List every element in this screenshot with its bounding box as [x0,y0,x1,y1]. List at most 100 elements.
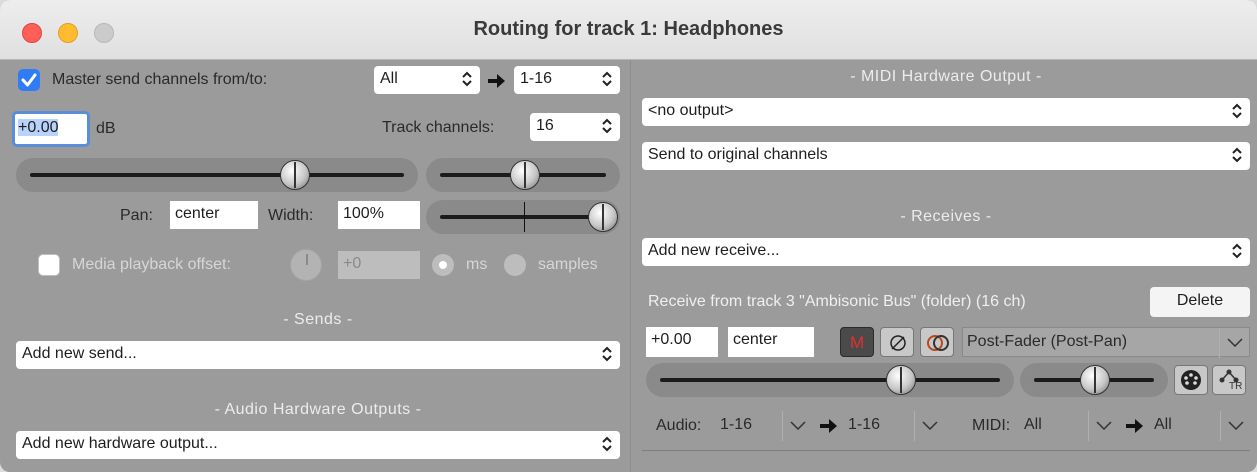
receive-mono-stereo-button[interactable] [920,327,954,357]
midi-output-device-value: <no output> [648,102,734,119]
add-send-value: Add new send... [22,345,137,362]
panel-divider [630,60,631,472]
master-send-to-value: 1-16 [520,70,553,87]
master-pan-slider[interactable] [426,158,620,192]
updown-chevron-icon [602,436,612,452]
center-marker [524,202,525,232]
updown-chevron-icon [602,118,612,134]
sends-heading: - Sends - [283,311,353,328]
receive-mode-value: Post-Fader (Post-Pan) [967,333,1128,350]
updown-chevron-icon [1232,103,1242,119]
tr-label: TR [1229,381,1243,392]
receive-volume-input[interactable]: +0.00 [646,327,718,357]
master-send-to-select[interactable]: 1-16 [514,66,620,94]
receive-pan-value: center [733,331,778,348]
receive-volume-slider[interactable] [646,363,1014,397]
stereo-rings-icon [927,335,949,351]
master-send-checkbox[interactable] [18,69,40,91]
dropdown-button[interactable] [1220,411,1250,441]
receives-heading: - Receives - [900,208,992,225]
slider-knob[interactable] [280,160,310,190]
master-send-from-select[interactable]: All [374,66,480,94]
width-slider[interactable] [426,200,620,234]
media-offset-input[interactable]: +0 [338,251,420,279]
receive-phase-button[interactable] [880,327,914,357]
receive-mute-button[interactable]: M [840,327,874,357]
offset-knob-icon [290,249,322,281]
dropdown-button[interactable] [914,411,944,441]
slider-track [660,378,1000,382]
add-send-select[interactable]: Add new send... [16,341,620,369]
receive-separator [642,450,1250,451]
delete-receive-button[interactable]: Delete [1150,287,1250,317]
receive-audio-from-select[interactable]: 1-16 [716,411,812,441]
right-arrow-icon [488,74,505,88]
pan-input[interactable]: center [170,201,258,229]
receive-audio-to-select[interactable]: 1-16 [844,411,944,441]
receive-mode-select[interactable]: Post-Fader (Post-Pan) [962,327,1250,358]
dropdown-button[interactable] [1219,328,1249,358]
receive-volume-value: +0.00 [651,331,692,348]
checkmark-icon [21,73,37,87]
updown-chevron-icon [1232,243,1242,259]
add-receive-value: Add new receive... [648,242,780,259]
receive-pan-slider[interactable] [1020,363,1168,397]
samples-label: samples [538,256,598,273]
track-channels-label: Track channels: [382,119,495,136]
add-receive-select[interactable]: Add new receive... [642,238,1250,266]
midi-output-channel-select[interactable]: Send to original channels [642,142,1250,170]
hardware-outputs-heading: - Audio Hardware Outputs - [214,401,422,418]
media-offset-value: +0 [343,255,362,272]
ms-label: ms [466,256,488,273]
updown-chevron-icon [462,71,472,87]
receive-midi-from-select[interactable]: All [1020,411,1118,441]
slider-knob[interactable] [588,202,618,232]
chevron-down-icon [1227,338,1243,347]
slider-track [440,215,606,219]
samples-radio[interactable] [504,254,526,276]
right-arrow-icon [1126,419,1143,433]
slider-knob[interactable] [510,160,540,190]
master-volume-input[interactable]: +0.00 [12,111,90,147]
pan-label: Pan: [120,207,153,224]
pan-value: center [175,205,220,222]
slider-knob[interactable] [1080,365,1110,395]
receive-midi-from-value: All [1024,416,1042,433]
right-arrow-icon [820,419,837,433]
master-send-from-value: All [380,70,398,87]
midi-din-icon [1181,370,1201,390]
dropdown-button[interactable] [782,411,812,441]
chevron-down-icon [1228,421,1244,430]
volume-unit-label: dB [96,120,116,137]
track-channels-select[interactable]: 16 [530,113,620,141]
media-offset-checkbox[interactable] [38,254,60,276]
receive-midi-button[interactable] [1174,365,1208,395]
width-value: 100% [343,205,384,222]
master-volume-value: +0.00 [18,119,59,136]
chevron-down-icon [790,421,806,430]
slider-knob[interactable] [886,365,916,395]
radio-dot [439,261,447,269]
updown-chevron-icon [1232,147,1242,163]
phase-invert-icon [890,335,906,351]
updown-chevron-icon [602,71,612,87]
receive-routing-button[interactable]: TR [1212,365,1246,395]
master-send-label: Master send channels from/to: [52,71,268,88]
chevron-down-icon [922,421,938,430]
master-volume-slider[interactable] [16,158,418,192]
receive-midi-to-value: All [1154,416,1172,433]
receive-pan-input[interactable]: center [728,327,814,357]
chevron-down-icon [1096,421,1112,430]
receive-midi-label: MIDI: [972,417,1011,434]
midi-output-device-select[interactable]: <no output> [642,98,1250,126]
width-input[interactable]: 100% [338,201,420,229]
receive-audio-from-value: 1-16 [720,416,753,433]
track-channels-value: 16 [536,117,554,134]
slider-track [30,173,404,177]
updown-chevron-icon [602,346,612,362]
dropdown-button[interactable] [1088,411,1118,441]
receive-audio-label: Audio: [656,417,702,434]
receive-midi-to-select[interactable]: All [1150,411,1250,441]
ms-radio[interactable] [432,254,454,276]
add-hardware-output-select[interactable]: Add new hardware output... [16,431,620,459]
